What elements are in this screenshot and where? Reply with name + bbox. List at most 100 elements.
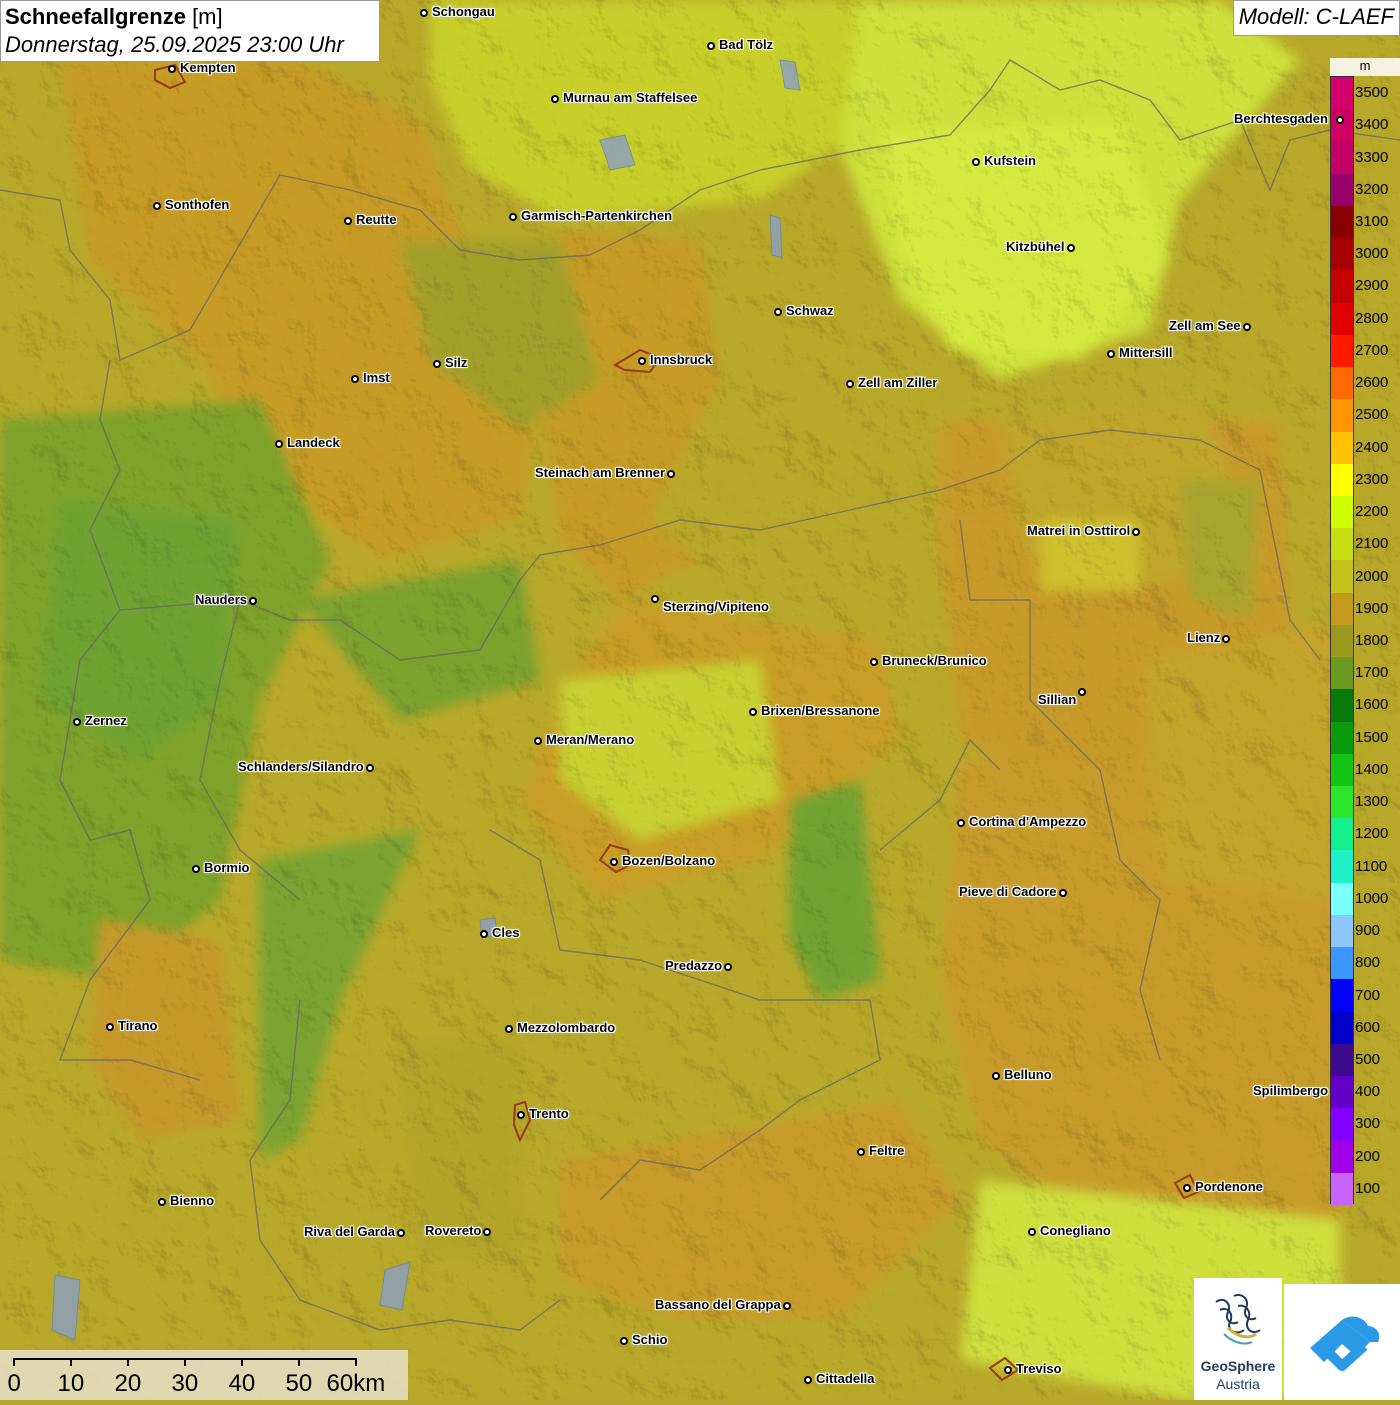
legend-swatch xyxy=(1331,270,1353,304)
legend-label: 1400 xyxy=(1355,760,1389,778)
city-marker xyxy=(480,930,488,938)
city-marker xyxy=(1336,116,1344,124)
legend-label: 3500 xyxy=(1355,84,1389,102)
geosphere-icon xyxy=(1215,1294,1261,1345)
legend-swatch xyxy=(1331,431,1353,465)
scale-tick xyxy=(298,1358,300,1366)
city-marker xyxy=(804,1376,812,1384)
city-label: Schwaz xyxy=(786,303,834,318)
city-marker xyxy=(1243,323,1251,331)
legend-label: 100 xyxy=(1355,1179,1381,1197)
legend-label: 2000 xyxy=(1355,567,1389,585)
city-label: Cortina d'Ampezzo xyxy=(969,814,1087,829)
city-marker xyxy=(192,865,200,873)
map-title-box: Schneefallgrenze [m] Donnerstag, 25.09.2… xyxy=(0,0,380,62)
city-label: Riva del Garda xyxy=(304,1224,396,1239)
legend-label: 2600 xyxy=(1355,374,1389,392)
legend-label: 2400 xyxy=(1355,438,1389,456)
legend-label: 1300 xyxy=(1355,793,1389,811)
city-marker xyxy=(1028,1228,1036,1236)
legend-label: 3100 xyxy=(1355,213,1389,231)
city-marker xyxy=(1078,688,1086,696)
legend-swatch xyxy=(1331,1172,1353,1206)
city-label: Cittadella xyxy=(816,1371,875,1386)
city-label: Pieve di Cadore xyxy=(959,884,1057,899)
city-marker xyxy=(249,597,257,605)
legend-swatch xyxy=(1331,141,1353,175)
city-label: Schlanders/Silandro xyxy=(238,759,364,774)
legend-label: 200 xyxy=(1355,1147,1381,1165)
legend-label: 1500 xyxy=(1355,728,1389,746)
city-label: Brixen/Bressanone xyxy=(761,703,880,718)
legend-label: 800 xyxy=(1355,954,1381,972)
legend-label: 2200 xyxy=(1355,503,1389,521)
city-label: Belluno xyxy=(1004,1067,1052,1082)
city-marker xyxy=(344,217,352,225)
geosphere-logo[interactable]: GeoSphere Austria xyxy=(1194,1278,1282,1400)
city-label: Mittersill xyxy=(1119,345,1173,360)
city-label: Cles xyxy=(492,925,520,940)
city-label: Berchtesgaden xyxy=(1234,111,1328,126)
legend-swatch xyxy=(1331,979,1353,1013)
legend-label: 1900 xyxy=(1355,599,1389,617)
city-marker xyxy=(420,9,428,17)
legend-swatch xyxy=(1331,528,1353,561)
scale-label: 10 xyxy=(57,1370,85,1397)
legend-label: 1800 xyxy=(1355,632,1389,649)
city-marker xyxy=(509,213,517,221)
city-label: Sterzing/Vipiteno xyxy=(663,599,769,614)
legend-label: 1100 xyxy=(1355,857,1388,875)
city-label: Sonthofen xyxy=(165,197,230,212)
scale-label: 40 xyxy=(228,1370,256,1397)
legend-label: 2700 xyxy=(1355,341,1389,359)
city-label: Conegliano xyxy=(1040,1223,1111,1238)
city-marker xyxy=(651,595,659,603)
legend-swatch xyxy=(1331,463,1353,497)
scale-tick xyxy=(184,1358,186,1366)
legend-swatch xyxy=(1331,914,1353,948)
city-label: Murnau am Staffelsee xyxy=(563,90,698,105)
city-label: Trento xyxy=(529,1106,569,1121)
city-marker xyxy=(517,1111,525,1119)
city-marker xyxy=(1222,635,1230,643)
city-marker xyxy=(724,963,732,971)
legend-swatch xyxy=(1331,1076,1353,1109)
city-marker xyxy=(158,1198,166,1206)
scale-label: 30 xyxy=(171,1370,199,1397)
city-label: Steinach am Brenner xyxy=(535,465,666,480)
logo-line2: Austria xyxy=(1216,1376,1260,1392)
legend-swatch xyxy=(1331,399,1353,432)
legend-swatch xyxy=(1331,1140,1353,1174)
city-marker xyxy=(1183,1184,1191,1192)
city-label: Zernez xyxy=(85,713,127,728)
color-legend-bar xyxy=(1330,76,1354,1206)
city-label: Bozen/Bolzano xyxy=(622,853,716,868)
scale-label: 20 xyxy=(114,1370,142,1397)
legend-swatch xyxy=(1331,753,1353,787)
legend-label: 3400 xyxy=(1355,116,1389,134)
map-title: Schneefallgrenze xyxy=(5,4,186,29)
legend-label: 3300 xyxy=(1355,148,1389,166)
city-marker xyxy=(620,1337,628,1345)
city-marker xyxy=(351,375,359,383)
legend-label: 500 xyxy=(1355,1050,1381,1068)
legend-unit: m xyxy=(1330,58,1400,76)
legend-label: 2900 xyxy=(1355,277,1389,295)
city-label: Rovereto xyxy=(425,1223,482,1238)
city-label: Bassano del Grappa xyxy=(655,1297,781,1312)
legend-swatch xyxy=(1331,238,1353,271)
city-label: Kempten xyxy=(180,60,236,75)
city-label: Kitzbühel xyxy=(1006,239,1065,254)
city-label: Treviso xyxy=(1016,1361,1062,1376)
legend-swatch xyxy=(1331,1043,1353,1077)
city-marker xyxy=(505,1025,513,1033)
legend-label: 1200 xyxy=(1355,825,1389,843)
map-datetime: Donnerstag, 25.09.2025 23:00 Uhr xyxy=(5,32,344,57)
city-label: Bormio xyxy=(204,860,250,875)
legend-swatch xyxy=(1331,77,1353,110)
city-label: Lienz xyxy=(1187,630,1221,645)
weather-app-logo[interactable] xyxy=(1284,1284,1400,1400)
legend-swatch xyxy=(1331,882,1353,916)
cloud-arrow-icon xyxy=(1310,1316,1380,1371)
city-label: Predazzo xyxy=(665,958,723,973)
